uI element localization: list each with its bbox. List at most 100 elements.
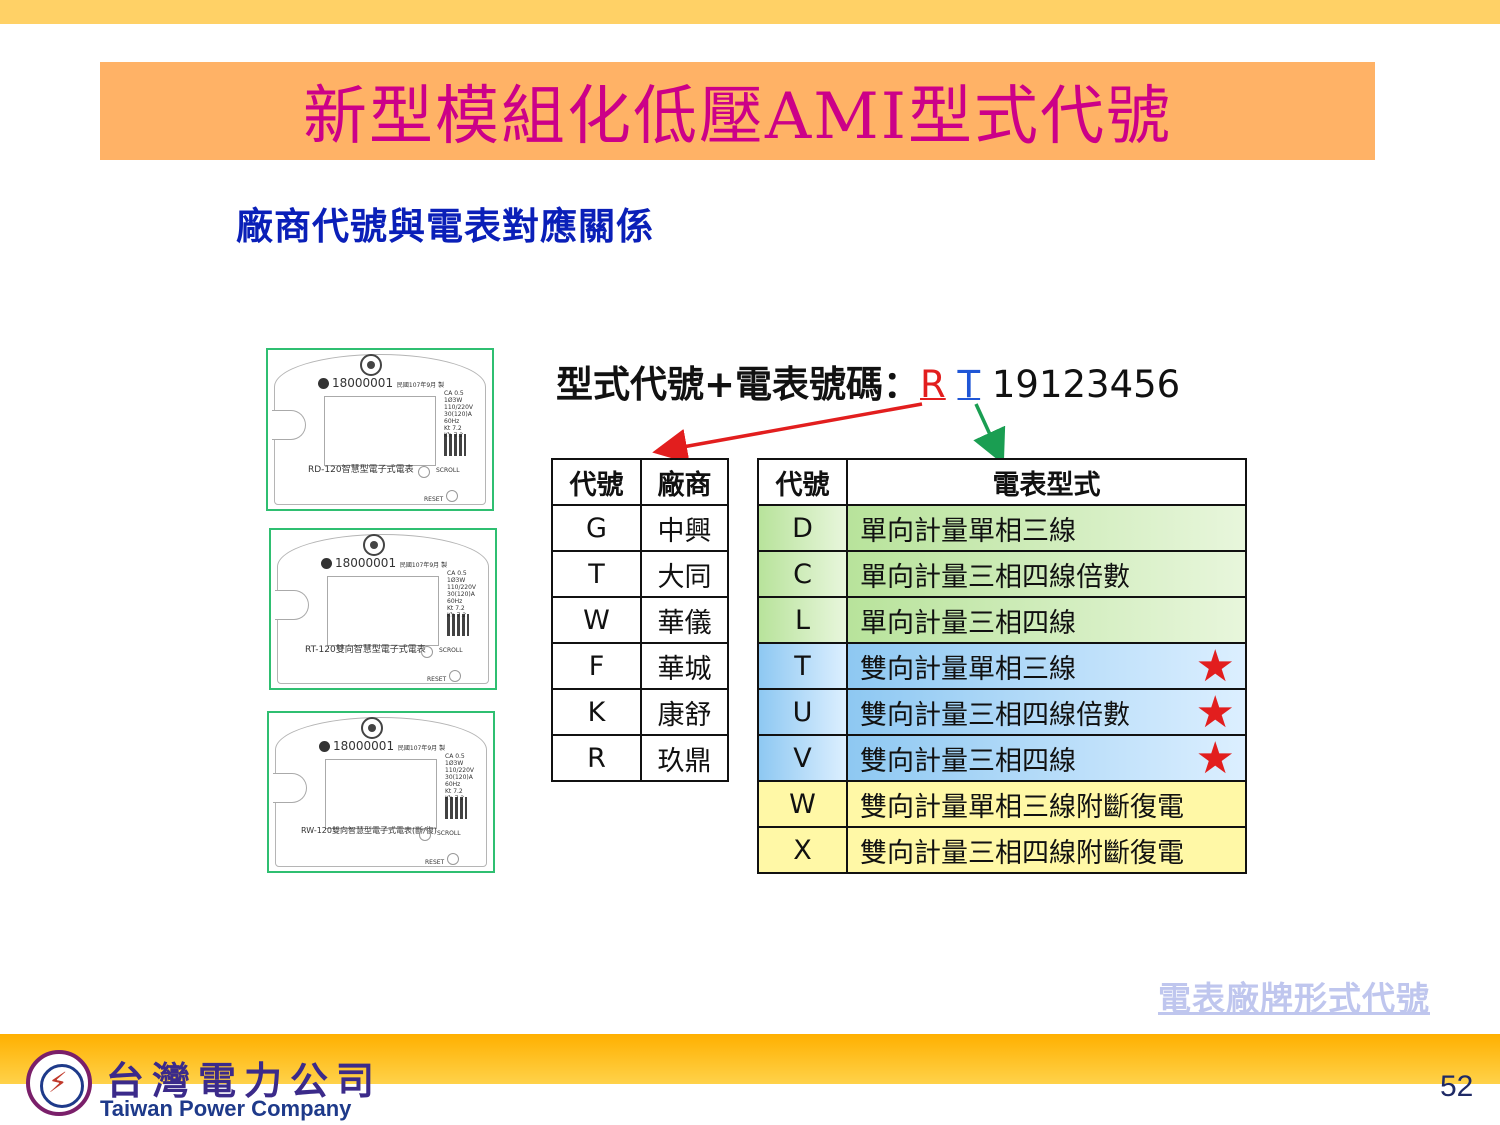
page-title: 新型模組化低壓AMI型式代號 xyxy=(302,80,1173,154)
meter-notch xyxy=(273,773,307,803)
column-header: 代號 xyxy=(757,458,848,506)
vendor-code-cell: W xyxy=(551,596,642,644)
meter-type-label: 雙向計量三相四線倍數 xyxy=(860,699,1130,731)
meter-serial: 18000001 民國107年9月 製 xyxy=(333,739,446,753)
company-branding: 台灣電力公司 Taiwan Power Company xyxy=(26,1050,446,1125)
vendor-arrow-icon xyxy=(652,402,923,464)
table-header-row: 代號 廠商 xyxy=(551,458,729,506)
table-row: W 華儀 xyxy=(551,596,729,644)
vendor-name-cell: 中興 xyxy=(640,504,729,552)
table-row: T 雙向計量單相三線 ★ xyxy=(757,641,1247,692)
meter-type-cell: 雙向計量單相三線 ★ xyxy=(846,641,1247,692)
reset-label: RESET xyxy=(427,676,447,683)
qr-code-icon xyxy=(444,434,466,456)
meter-mark-icon xyxy=(321,558,332,569)
meter-display-window xyxy=(324,396,436,466)
vendor-code-cell: R xyxy=(551,734,642,782)
meter-specs: CA 0.5 1Ø3W 110/220V 30(120)A 60Hz Kt 7.… xyxy=(444,390,474,439)
type-code-cell: D xyxy=(757,504,848,552)
table-row: X 雙向計量三相四線附斷復電 xyxy=(757,826,1247,874)
meter-model: RD-120智慧型電子式電表 xyxy=(308,465,414,475)
type-code-cell: C xyxy=(757,550,848,598)
table-row: W 雙向計量單相三線附斷復電 xyxy=(757,780,1247,828)
vendor-code-cell: F xyxy=(551,642,642,690)
taipower-logo-icon xyxy=(363,534,385,556)
meter-type-label: 雙向計量三相四線 xyxy=(860,745,1076,777)
meter-type-cell: 雙向計量三相四線倍數 ★ xyxy=(846,687,1247,738)
reset-button-icon xyxy=(446,490,458,502)
type-code-cell: V xyxy=(757,734,848,782)
vendor-name-cell: 大同 xyxy=(640,550,729,598)
column-header: 代號 xyxy=(551,458,642,506)
column-header: 電表型式 xyxy=(846,458,1247,506)
taipower-logo-icon xyxy=(361,717,383,739)
scroll-button-icon xyxy=(419,829,431,841)
company-name-en: Taiwan Power Company xyxy=(100,1096,352,1121)
table-row: U 雙向計量三相四線倍數 ★ xyxy=(757,687,1247,738)
meter-type-label: 單向計量三相四線倍數 xyxy=(860,561,1130,593)
meter-type-label: 雙向計量三相四線附斷復電 xyxy=(860,837,1184,869)
meter-type-label: 雙向計量單相三線 xyxy=(860,653,1076,685)
meter-brand-code-link[interactable]: 電表廠牌形式代號 xyxy=(1158,972,1430,1020)
meter-serial: 18000001 民國107年9月 製 xyxy=(332,376,445,390)
meter-mark-icon xyxy=(319,741,330,752)
scroll-label: SCROLL xyxy=(436,467,460,474)
title-banner: 新型模組化低壓AMI型式代號 xyxy=(100,62,1375,160)
table-row: C 單向計量三相四線倍數 xyxy=(757,550,1247,598)
connector-arrows xyxy=(652,402,1006,465)
scroll-button-icon xyxy=(421,646,433,658)
taipower-logo-icon xyxy=(360,354,382,376)
meter-type-cell: 雙向計量三相四線 ★ xyxy=(846,734,1247,782)
meter-model: RT-120雙向智慧型電子式電表 xyxy=(305,645,426,655)
meter-type-cell: 雙向計量單相三線附斷復電 xyxy=(846,780,1247,828)
vendor-code-cell: T xyxy=(551,550,642,598)
meter-type-label: 單向計量三相四線 xyxy=(860,607,1076,639)
vendor-name-cell: 華城 xyxy=(640,642,729,690)
reset-button-icon xyxy=(449,670,461,682)
meter-type-table: 代號 電表型式 D 單向計量單相三線 C 單向計量三相四線倍數 L 單向計量三相四線 T 雙向… xyxy=(757,458,1247,874)
star-icon: ★ xyxy=(1195,641,1235,692)
meter-type-cell: 單向計量單相三線 xyxy=(846,504,1247,552)
table-row: F 華城 xyxy=(551,642,729,690)
meter-type-cell: 單向計量三相四線 xyxy=(846,596,1247,644)
table-row: G 中興 xyxy=(551,504,729,552)
meter-number: 19123456 xyxy=(991,363,1181,406)
reset-button-icon xyxy=(447,853,459,865)
type-code-cell: L xyxy=(757,596,848,644)
table-header-row: 代號 電表型式 xyxy=(757,458,1247,506)
type-arrow-icon xyxy=(973,403,1006,465)
type-code-letter: T xyxy=(957,363,981,406)
qr-code-icon xyxy=(447,614,469,636)
type-code-cell: X xyxy=(757,826,848,874)
column-header: 廠商 xyxy=(640,458,729,506)
type-code-line: 型式代號+電表號碼：R T 19123456 xyxy=(556,354,1180,408)
type-code-cell: T xyxy=(757,642,848,690)
type-code-label: 型式代號+電表號碼： xyxy=(556,363,921,406)
meter-image-rt: 18000001 民國107年9月 製 CA 0.5 1Ø3W 110/220V… xyxy=(269,528,497,690)
meter-display-window xyxy=(325,759,437,829)
star-icon: ★ xyxy=(1195,687,1235,738)
qr-code-icon xyxy=(445,797,467,819)
meter-type-cell: 雙向計量三相四線附斷復電 xyxy=(846,826,1247,874)
type-code-cell: W xyxy=(757,780,848,828)
meter-type-label: 雙向計量單相三線附斷復電 xyxy=(860,791,1184,823)
table-row: D 單向計量單相三線 xyxy=(757,504,1247,552)
reset-label: RESET xyxy=(424,496,444,503)
table-row: V 雙向計量三相四線 ★ xyxy=(757,734,1247,782)
meter-model: RW-120雙向智慧型電子式電表(斷/復) xyxy=(301,826,437,835)
table-row: R 玖鼎 xyxy=(551,734,729,782)
table-row: L 單向計量三相四線 xyxy=(757,596,1247,644)
meter-serial: 18000001 民國107年9月 製 xyxy=(335,556,448,570)
meter-image-rw: 18000001 民國107年9月 製 CA 0.5 1Ø3W 110/220V… xyxy=(267,711,495,873)
vendor-code-letter: R xyxy=(920,363,946,406)
vendor-code-cell: G xyxy=(551,504,642,552)
meter-mark-icon xyxy=(318,378,329,389)
scroll-label: SCROLL xyxy=(437,830,461,837)
table-row: K 康舒 xyxy=(551,688,729,736)
table-row: T 大同 xyxy=(551,550,729,598)
type-code-cell: U xyxy=(757,688,848,736)
page-number: 52 xyxy=(1440,1070,1474,1103)
vendor-code-table: 代號 廠商 G 中興 T 大同 W 華儀 F 華城 K 康舒 R 玖鼎 xyxy=(551,458,729,782)
meter-specs: CA 0.5 1Ø3W 110/220V 30(120)A 60Hz Kt 7.… xyxy=(447,570,477,619)
meter-notch xyxy=(275,590,309,620)
